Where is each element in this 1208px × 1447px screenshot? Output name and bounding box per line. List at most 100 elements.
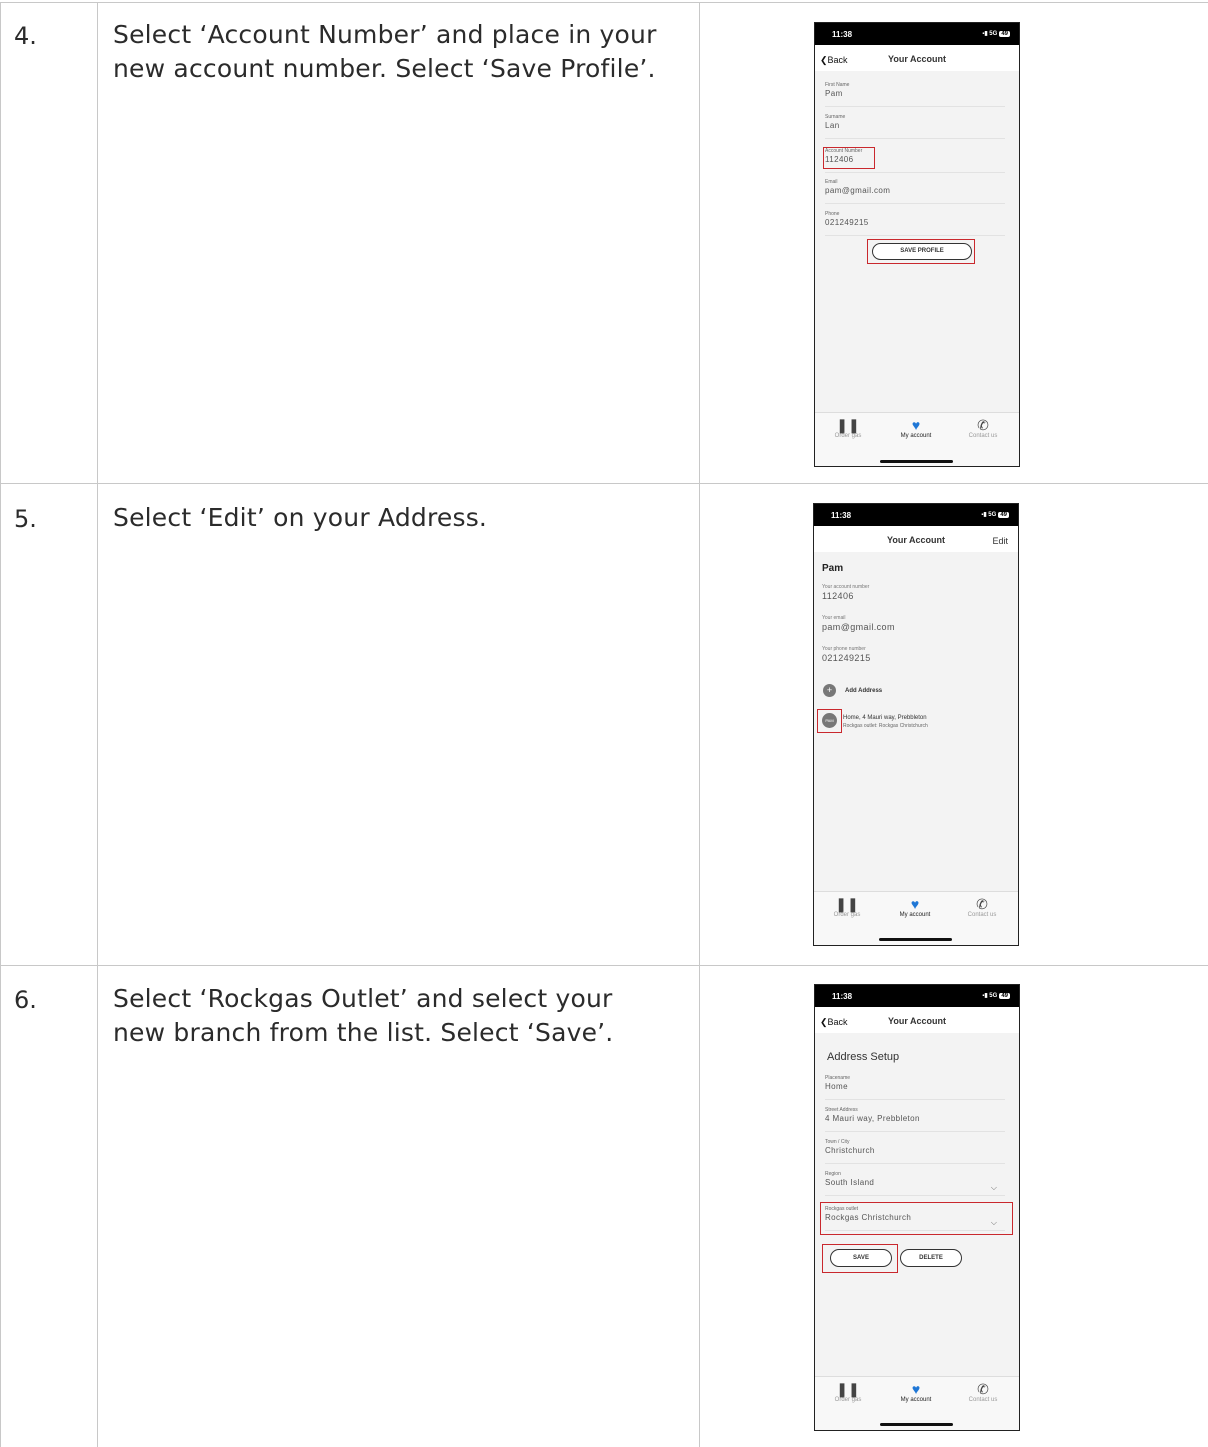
status-icons: ▪▮ 5G 49 (981, 511, 1009, 518)
battery-icon: 49 (999, 31, 1010, 37)
status-time: 11:38 (832, 30, 853, 39)
field-value: 021249215 (825, 218, 869, 227)
home-indicator (880, 460, 953, 463)
status-time: 11:38 (831, 511, 852, 520)
email-field[interactable]: Email pam@gmail.com (825, 179, 1005, 204)
address-setup-heading: Address Setup (827, 1051, 900, 1063)
placename-field[interactable]: Placename Home (825, 1075, 1005, 1100)
network-label: 5G (988, 512, 997, 518)
heart-icon: ♥ (911, 417, 921, 433)
step-5-line1: Select ‘Edit’ on your Address. (113, 503, 488, 532)
tab-my-account[interactable]: ♥ My account (886, 417, 946, 439)
field-value: Christchurch (825, 1146, 875, 1155)
outlet-line: Rockgas outlet: Rockgas Christchurch (843, 723, 928, 729)
table-border-left (0, 2, 1, 1447)
email-info: Your email pam@gmail.com (822, 615, 895, 633)
highlight-address-avatar (817, 709, 842, 733)
profile-name: Pam (822, 563, 844, 574)
phone-icon: ✆ (977, 417, 989, 433)
step-4-line2: new account number. Select ‘Save Profile… (113, 54, 656, 83)
highlight-save-profile (867, 239, 975, 264)
field-label: Region (825, 1171, 841, 1177)
gas-bottle-icon: ❚❚ (836, 417, 860, 433)
region-select[interactable]: Region South Island ⌵ (825, 1171, 1005, 1196)
tab-contact-us[interactable]: ✆ Contact us (953, 1381, 1013, 1403)
nav-bar: ❮Back Your Account (815, 45, 1019, 71)
network-label: 5G (989, 31, 998, 37)
field-label: Town / City (825, 1139, 850, 1145)
tab-order-gas[interactable]: ❚❚ Order gas (818, 417, 878, 439)
status-bar: 11:38 ▪▮ 5G 49 (815, 985, 1019, 1007)
table-border-row2 (0, 965, 1208, 966)
phone-icon: ✆ (977, 1381, 989, 1397)
table-border-row1 (0, 483, 1208, 484)
nav-bar: Your Account Edit (814, 526, 1018, 552)
tab-order-gas[interactable]: ❚❚ Order gas (817, 896, 877, 918)
account-number-info: Your account number 112406 (822, 584, 869, 602)
nav-bar: ❮Back Your Account (815, 1007, 1019, 1033)
field-value: Home (825, 1082, 848, 1091)
chevron-down-icon: ⌵ (990, 1183, 997, 1192)
step-6-line1: Select ‘Rockgas Outlet’ and select your (113, 984, 613, 1013)
tab-contact-us[interactable]: ✆ Contact us (952, 896, 1012, 918)
signal-icon: ▪▮ (982, 993, 988, 999)
signal-icon: ▪▮ (981, 512, 987, 518)
tab-bar: ❚❚ Order gas ♥ My account ✆ Contact us (814, 891, 1018, 945)
status-icons: ▪▮ 5G 49 (982, 30, 1010, 37)
tab-contact-us[interactable]: ✆ Contact us (953, 417, 1013, 439)
signal-icon: ▪▮ (982, 31, 988, 37)
nav-title: Your Account (888, 54, 946, 64)
delete-button[interactable]: DELETE (900, 1249, 962, 1267)
home-indicator (879, 938, 952, 941)
field-label: Placename (825, 1075, 851, 1081)
info-value: 112406 (822, 591, 854, 601)
field-label: First Name (825, 82, 850, 88)
info-label: Your email (822, 615, 846, 621)
address-line: Home, 4 Mauri way, Prebbleton (843, 715, 927, 721)
nav-title: Your Account (887, 535, 945, 545)
home-indicator (880, 1423, 953, 1426)
surname-field[interactable]: Surname Lan (825, 114, 1005, 139)
edit-button[interactable]: Edit (992, 536, 1008, 546)
field-label: Phone (825, 211, 840, 217)
field-value: Pam (825, 89, 843, 98)
info-label: Your account number (822, 584, 870, 590)
phone-screenshot-edit-profile: 11:38 ▪▮ 5G 49 ❮Back Your Account First N… (814, 22, 1020, 467)
info-value: 021249215 (822, 653, 871, 663)
tab-bar: ❚❚ Order gas ♥ My account ✆ Contact us (815, 1376, 1019, 1430)
step-6-number: 6. (14, 986, 37, 1014)
phone-screenshot-address-setup: 11:38 ▪▮ 5G 49 ❮Back Your Account Address… (814, 984, 1020, 1431)
battery-icon: 49 (999, 993, 1010, 999)
phone-icon: ✆ (976, 896, 988, 912)
town-city-field[interactable]: Town / City Christchurch (825, 1139, 1005, 1164)
phone-screenshot-account-overview: 11:38 ▪▮ 5G 49 Your Account Edit Pam Your… (813, 503, 1019, 946)
step-4-number: 4. (14, 22, 37, 50)
gas-bottle-icon: ❚❚ (836, 1381, 860, 1397)
highlight-save (822, 1244, 898, 1273)
tab-my-account[interactable]: ♥ My account (885, 896, 945, 918)
tab-order-gas[interactable]: ❚❚ Order gas (818, 1381, 878, 1403)
status-bar: 11:38 ▪▮ 5G 49 (815, 23, 1019, 45)
step-5-number: 5. (14, 505, 37, 533)
street-address-field[interactable]: Street Address 4 Mauri way, Prebbleton (825, 1107, 1005, 1132)
field-value: Lan (825, 121, 840, 130)
status-bar: 11:38 ▪▮ 5G 49 (814, 504, 1018, 526)
tab-my-account[interactable]: ♥ My account (886, 1381, 946, 1403)
gas-bottle-icon: ❚❚ (835, 896, 859, 912)
field-label: Email (825, 179, 838, 185)
step-6-text: Select ‘Rockgas Outlet’ and select your … (113, 982, 693, 1050)
nav-title: Your Account (888, 1016, 946, 1026)
info-value: pam@gmail.com (822, 622, 895, 632)
phone-field[interactable]: Phone 021249215 (825, 211, 1005, 236)
field-value: 4 Mauri way, Prebbleton (825, 1114, 920, 1123)
field-value: South Island (825, 1178, 875, 1187)
battery-icon: 49 (998, 512, 1009, 518)
plus-icon: + (823, 684, 836, 697)
status-time: 11:38 (832, 992, 853, 1001)
heart-icon: ♥ (910, 896, 920, 912)
highlight-account-number (823, 147, 875, 169)
first-name-field[interactable]: First Name Pam (825, 82, 1005, 107)
field-value: pam@gmail.com (825, 186, 891, 195)
step-4-line1: Select ‘Account Number’ and place in you… (113, 20, 657, 49)
tab-bar: ❚❚ Order gas ♥ My account ✆ Contact us (815, 412, 1019, 466)
